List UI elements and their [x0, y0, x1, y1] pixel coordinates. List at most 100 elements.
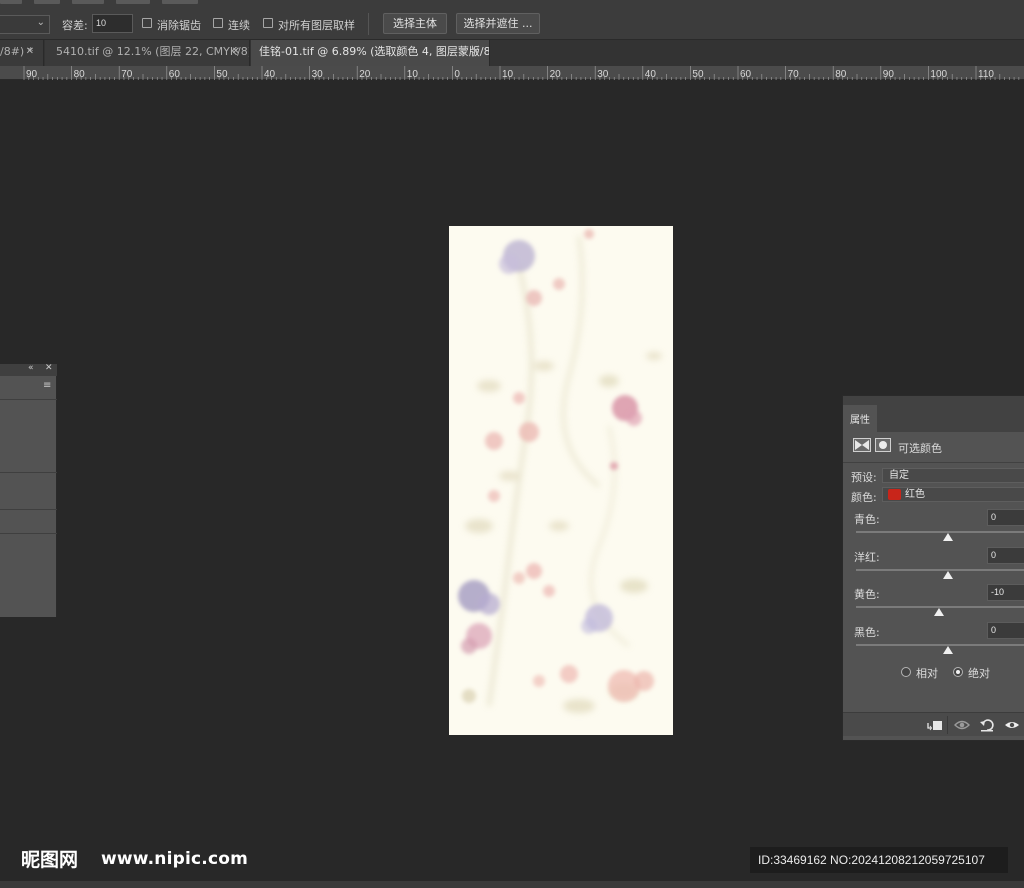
slider-label: 青色: [854, 513, 880, 526]
ruler-label: 50 [692, 69, 704, 80]
divider [0, 509, 57, 510]
slider-label: 黑色: [854, 626, 880, 639]
method-relative-label: 相对 [916, 667, 938, 680]
reset-icon[interactable] [978, 717, 996, 733]
tab-label: 佳铭-01.tif @ 6.89% (选取颜色 4, 图层蒙版/8) [259, 45, 490, 58]
floral-artwork-image [458, 229, 662, 713]
slider-track[interactable] [856, 569, 1024, 571]
tolerance-input[interactable]: 10 [92, 14, 133, 33]
slider-thumb[interactable] [943, 646, 953, 654]
select-subject-button[interactable]: 选择主体 [383, 13, 447, 34]
ruler-label: 10 [502, 69, 514, 80]
close-icon[interactable]: ✕ [45, 363, 53, 373]
ruler-label: 60 [740, 69, 752, 80]
contiguous-checkbox[interactable] [213, 18, 223, 28]
tolerance-label: 容差: [62, 19, 88, 32]
anti-alias-checkbox[interactable] [142, 18, 152, 28]
ruler-label: 20 [359, 69, 371, 80]
close-icon[interactable]: ✕ [472, 40, 480, 64]
ruler-label: 30 [312, 69, 324, 80]
panel-menu-icon[interactable]: ≡ [43, 380, 51, 391]
properties-footer [843, 712, 1024, 736]
tab-label: 5410.tif @ 12.1% (图层 22, CMYK/8) * [56, 45, 250, 58]
ruler-ticks: 90 80 70 60 50 40 30 20 10 0 10 20 30 40 50 60 70 80 90 100… [23, 66, 1020, 80]
slider-track[interactable] [856, 644, 1024, 646]
close-icon[interactable]: ✕ [232, 40, 240, 64]
slider-thumb[interactable] [933, 608, 944, 616]
anti-alias-label: 消除锯齿 [157, 19, 201, 32]
divider [843, 462, 1024, 463]
menu-item[interactable] [0, 0, 22, 4]
tab-document-1[interactable]: /8#) * ✕ [0, 40, 44, 66]
document-canvas[interactable] [449, 226, 673, 735]
menu-bar [0, 0, 1024, 8]
menu-item[interactable] [162, 0, 198, 4]
menu-item[interactable] [72, 0, 104, 4]
panel-header: « ✕ [0, 363, 57, 376]
tab-properties[interactable]: 属性 [843, 405, 877, 432]
properties-panel: 属性 可选颜色 预设: 自定 颜色: 红色 青色: 0 洋红: 0 黄色: -10 黑色: 0… [842, 395, 1024, 741]
method-absolute-label: 绝对 [968, 667, 990, 680]
slider-track[interactable] [856, 531, 1024, 533]
ruler-label: 10 [407, 69, 419, 80]
contiguous-label: 连续 [228, 19, 250, 32]
menu-item[interactable] [116, 0, 150, 4]
ruler-label: 70 [121, 69, 133, 80]
ruler-label: 20 [550, 69, 562, 80]
sample-all-layers-label: 对所有图层取样 [278, 19, 355, 32]
method-absolute-radio[interactable] [953, 667, 963, 677]
select-and-mask-button[interactable]: 选择并遮住 ... [456, 13, 540, 34]
properties-tab-bar: 属性 [843, 396, 1024, 432]
layer-mask-icon[interactable] [875, 438, 891, 452]
options-bar: ⌄ 容差: 10 消除锯齿 连续 对所有图层取样 选择主体 选择并遮住 ... [0, 8, 1024, 40]
divider [0, 472, 57, 473]
tab-document-3[interactable]: 佳铭-01.tif @ 6.89% (选取颜色 4, 图层蒙版/8) ✕ [251, 40, 490, 66]
watermark-logo: 昵图网 [21, 849, 79, 871]
ruler-label: 90 [883, 69, 895, 80]
selective-color-icon [853, 438, 871, 452]
divider [368, 13, 369, 35]
colors-select-value: 红色 [905, 489, 925, 500]
view-previous-state-icon[interactable] [953, 717, 971, 733]
watermark-id: ID:33469162 NO:20241208212059725107 [750, 847, 1008, 873]
sample-all-layers-checkbox[interactable] [263, 18, 273, 28]
horizontal-ruler[interactable]: 90 80 70 60 50 40 30 20 10 0 10 20 30 40 50 60 70 80 90 100… [0, 66, 1024, 80]
slider-value-input[interactable]: 0 [987, 509, 1024, 526]
slider-thumb[interactable] [943, 571, 953, 579]
ruler-label: 30 [597, 69, 609, 80]
method-relative-radio[interactable] [901, 667, 911, 677]
sample-size-select[interactable]: ⌄ [0, 15, 50, 34]
ruler-label: 70 [788, 69, 800, 80]
close-icon[interactable]: ✕ [26, 40, 34, 64]
slider-value-input[interactable]: 0 [987, 622, 1024, 639]
tab-document-2[interactable]: 5410.tif @ 12.1% (图层 22, CMYK/8) * ✕ [45, 40, 250, 66]
colors-select[interactable]: 红色 [882, 487, 1024, 502]
left-panel: « ✕ ≡ [0, 363, 57, 617]
menu-item[interactable] [34, 0, 60, 4]
collapse-icon[interactable]: « [28, 363, 34, 373]
ruler-label: 40 [264, 69, 276, 80]
status-bar [0, 881, 1024, 888]
ruler-label: 40 [645, 69, 657, 80]
ruler-label: 80 [835, 69, 847, 80]
clip-to-layer-icon[interactable] [926, 717, 944, 733]
chevron-down-icon: ⌄ [36, 17, 45, 28]
divider [0, 533, 57, 534]
slider-label: 洋红: [854, 551, 880, 564]
slider-value-input[interactable]: -10 [987, 584, 1024, 601]
colors-label: 颜色: [851, 491, 877, 504]
ruler-label: 60 [169, 69, 181, 80]
watermark-site: www.nipic.com [101, 849, 249, 869]
visibility-eye-icon[interactable] [1003, 717, 1021, 733]
slider-label: 黄色: [854, 588, 880, 601]
divider [0, 399, 57, 400]
slider-value-input[interactable]: 0 [987, 547, 1024, 564]
preset-select[interactable]: 自定 [882, 468, 1024, 483]
ruler-label: 90 [26, 69, 38, 80]
color-swatch [888, 489, 901, 500]
document-tabs: /8#) * ✕ 5410.tif @ 12.1% (图层 22, CMYK/8… [0, 40, 1024, 66]
slider-thumb[interactable] [943, 533, 953, 541]
preset-label: 预设: [851, 471, 877, 484]
adjustment-title: 可选颜色 [898, 442, 942, 455]
ruler-label: 80 [74, 69, 86, 80]
